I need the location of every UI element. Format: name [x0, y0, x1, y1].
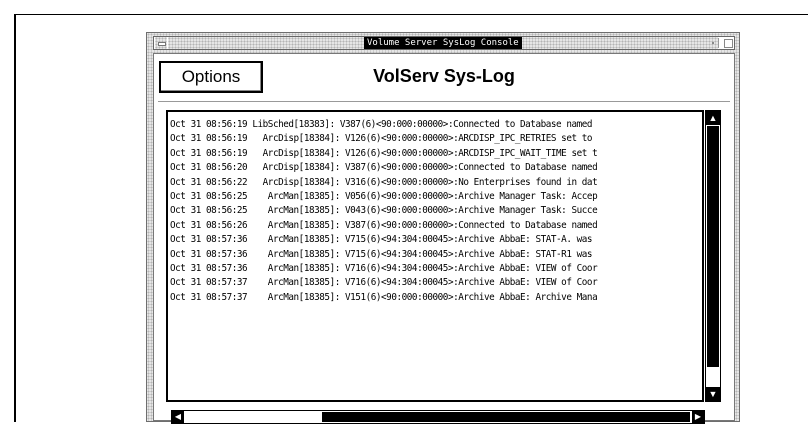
window-title: Volume Server SysLog Console: [364, 37, 522, 49]
horizontal-scroll-thumb[interactable]: [322, 412, 690, 422]
log-line: Oct 31 08:56:19 ArcDisp[18384]: V126(6)<…: [170, 133, 593, 145]
options-button[interactable]: Options: [159, 61, 263, 93]
arrow-down-icon[interactable]: ▼: [706, 387, 720, 401]
maximize-icon[interactable]: [723, 38, 733, 48]
log-list: Oct 31 08:56:19 LibSched[18383]: V387(6)…: [170, 118, 702, 305]
vertical-scrollbar[interactable]: ▲ ▼: [705, 110, 721, 402]
syslog-console-window: Volume Server SysLog Console Options Vol…: [146, 32, 740, 424]
log-line: Oct 31 08:56:26 ArcMan[18385]: V387(6)<9…: [170, 219, 598, 231]
log-line: Oct 31 08:56:19 ArcDisp[18384]: V126(6)<…: [170, 147, 598, 159]
app-title: VolServ Sys-Log: [373, 66, 515, 86]
log-line: Oct 31 08:57:36 ArcMan[18385]: V715(6)<9…: [170, 234, 593, 246]
log-line: Oct 31 08:57:36 ArcMan[18385]: V715(6)<9…: [170, 248, 593, 260]
window-menu-icon[interactable]: [155, 37, 167, 49]
document-frame-top: [14, 14, 808, 15]
log-line: Oct 31 08:56:19 LibSched[18383]: V387(6)…: [170, 119, 593, 130]
console-panel: Options VolServ Sys-Log Oct 31 08:56:19 …: [153, 53, 735, 424]
arrow-right-icon[interactable]: ▶: [692, 411, 704, 423]
log-line: Oct 31 08:57:36 ArcMan[18385]: V716(6)<9…: [170, 262, 598, 274]
log-line: Oct 31 08:56:20 ArcDisp[18384]: V387(6)<…: [170, 162, 598, 174]
document-frame-left: [14, 14, 16, 422]
minimize-icon[interactable]: [708, 38, 719, 48]
arrow-left-icon[interactable]: ◀: [172, 411, 184, 423]
header-divider: [158, 101, 730, 105]
log-line: Oct 31 08:56:25 ArcMan[18385]: V043(6)<9…: [170, 205, 598, 217]
vertical-scroll-thumb[interactable]: [707, 126, 719, 367]
log-text-area[interactable]: Oct 31 08:56:19 LibSched[18383]: V387(6)…: [166, 110, 704, 402]
log-line: Oct 31 08:56:25 ArcMan[18385]: V056(6)<9…: [170, 190, 598, 202]
log-line: Oct 31 08:56:22 ArcDisp[18384]: V316(6)<…: [170, 176, 598, 188]
title-bar[interactable]: Volume Server SysLog Console: [153, 36, 735, 50]
log-line: Oct 31 08:57:37 ArcMan[18385]: V151(6)<9…: [170, 291, 598, 303]
log-line: Oct 31 08:57:37 ArcMan[18385]: V716(6)<9…: [170, 277, 598, 289]
arrow-up-icon[interactable]: ▲: [706, 111, 720, 125]
